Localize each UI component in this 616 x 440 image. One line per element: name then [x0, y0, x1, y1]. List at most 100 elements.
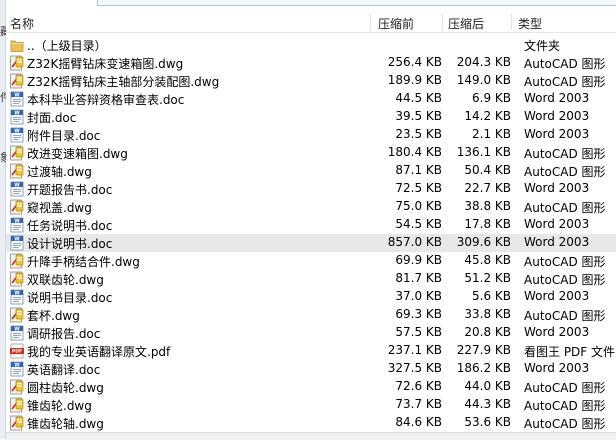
- file-name: 调研报告.doc: [27, 327, 101, 341]
- file-type: AutoCAD 图形: [524, 399, 606, 413]
- file-row[interactable]: PDF 我的专业英语翻译原文.pdf 237.1 KB 227.9 KB 看图王 PDF…: [6, 342, 616, 360]
- svg-text:W: W: [14, 290, 20, 296]
- file-name: 设计说明书.doc: [27, 237, 113, 251]
- file-packed-size: 149.0 KB: [456, 73, 511, 87]
- file-row[interactable]: W 英语翻译.doc 327.5 KB 186.2 KB Word 2003: [6, 360, 616, 378]
- file-row[interactable]: W 调研报告.doc 57.5 KB 20.8 KB Word 2003: [6, 324, 616, 342]
- file-original-size: 44.5 KB: [395, 91, 442, 105]
- file-type: 文件夹: [524, 39, 561, 53]
- file-packed-size: 17.8 KB: [464, 217, 511, 231]
- file-row[interactable]: 改进变速箱图.dwg 180.4 KB 136.1 KB AutoCAD 图形: [6, 144, 616, 162]
- file-name: 改进变速箱图.dwg: [27, 147, 128, 161]
- file-type: Word 2003: [524, 361, 590, 375]
- file-type: AutoCAD 图形: [524, 147, 606, 161]
- file-name: 双联齿轮.dwg: [27, 273, 104, 287]
- file-row[interactable]: 过渡轴.dwg 87.1 KB 50.4 KB AutoCAD 图形: [6, 162, 616, 180]
- column-type-header[interactable]: 类型: [518, 15, 542, 32]
- file-type: AutoCAD 图形: [524, 165, 606, 179]
- file-original-size: 39.5 KB: [395, 109, 442, 123]
- file-row[interactable]: W 本科毕业答辩资格审查表.doc 44.5 KB 6.9 KB Word 2003: [6, 90, 616, 108]
- file-row[interactable]: W 封面.doc 39.5 KB 14.2 KB Word 2003: [6, 108, 616, 126]
- word-file-icon: W: [10, 127, 24, 143]
- file-name: 附件目录.doc: [27, 129, 101, 143]
- column-compressed-header[interactable]: 压缩前: [378, 15, 414, 32]
- address-bar-edge: [97, 0, 616, 6]
- file-name: Z32K摇臂钻床变速箱图.dwg: [27, 57, 184, 71]
- dwg-file-icon: [10, 379, 24, 395]
- file-original-size: 327.5 KB: [387, 361, 442, 375]
- file-row[interactable]: Z32K摇臂钻床变速箱图.dwg 256.4 KB 204.3 KB AutoCAD …: [6, 54, 616, 72]
- file-packed-size: 2.1 KB: [472, 127, 511, 141]
- file-original-size: 69.9 KB: [395, 253, 442, 267]
- svg-text:W: W: [14, 182, 20, 188]
- word-file-icon: W: [10, 289, 24, 305]
- dwg-file-icon: [10, 307, 24, 323]
- svg-text:W: W: [14, 326, 20, 332]
- file-name: ..（上级目录）: [27, 39, 107, 53]
- file-row[interactable]: 窥视盖.dwg 75.0 KB 38.8 KB AutoCAD 图形: [6, 198, 616, 216]
- dwg-file-icon: [10, 55, 24, 71]
- file-type: Word 2003: [524, 325, 590, 339]
- file-packed-size: 50.4 KB: [464, 163, 511, 177]
- file-row[interactable]: Z32K摇臂钻床主轴部分装配图.dwg 189.9 KB 149.0 KB AutoC…: [6, 72, 616, 90]
- dwg-file-icon: [10, 73, 24, 89]
- file-row[interactable]: W 设计说明书.doc 857.0 KB 309.6 KB Word 2003: [6, 234, 616, 252]
- file-packed-size: 20.8 KB: [464, 325, 511, 339]
- file-type: AutoCAD 图形: [524, 417, 606, 431]
- file-type: AutoCAD 图形: [524, 381, 606, 395]
- svg-text:W: W: [14, 362, 20, 368]
- file-packed-size: 51.2 KB: [464, 271, 511, 285]
- dwg-file-icon: [10, 163, 24, 179]
- column-header: 名称 压缩前 压缩后 类型: [6, 12, 616, 33]
- file-original-size: 72.6 KB: [395, 379, 442, 393]
- file-row[interactable]: W 说明书目录.doc 37.0 KB 5.6 KB Word 2003: [6, 288, 616, 306]
- file-packed-size: 6.9 KB: [472, 91, 511, 105]
- file-type: Word 2003: [524, 235, 590, 249]
- column-divider: [442, 14, 443, 30]
- file-row[interactable]: W 附件目录.doc 23.5 KB 2.1 KB Word 2003: [6, 126, 616, 144]
- file-original-size: 857.0 KB: [387, 235, 442, 249]
- file-packed-size: 204.3 KB: [456, 55, 511, 69]
- file-packed-size: 53.6 KB: [464, 415, 511, 429]
- svg-text:W: W: [14, 110, 20, 116]
- column-name-header[interactable]: 名称: [10, 15, 34, 32]
- svg-text:W: W: [14, 218, 20, 224]
- file-packed-size: 22.7 KB: [464, 181, 511, 195]
- file-original-size: 57.5 KB: [395, 325, 442, 339]
- file-original-size: 81.7 KB: [395, 271, 442, 285]
- file-name: 封面.doc: [27, 111, 77, 125]
- file-packed-size: 136.1 KB: [456, 145, 511, 159]
- column-packed-header[interactable]: 压缩后: [448, 15, 484, 32]
- svg-text:W: W: [14, 92, 20, 98]
- file-row[interactable]: 升降手柄结合件.dwg 69.9 KB 45.8 KB AutoCAD 图形: [6, 252, 616, 270]
- file-row[interactable]: W 开题报告书.doc 72.5 KB 22.7 KB Word 2003: [6, 180, 616, 198]
- file-packed-size: 38.8 KB: [464, 199, 511, 213]
- file-packed-size: 5.6 KB: [472, 289, 511, 303]
- file-row[interactable]: 圆柱齿轮.dwg 72.6 KB 44.0 KB AutoCAD 图形: [6, 378, 616, 396]
- file-row[interactable]: 双联齿轮.dwg 81.7 KB 51.2 KB AutoCAD 图形: [6, 270, 616, 288]
- file-type: Word 2003: [524, 217, 590, 231]
- file-packed-size: 45.8 KB: [464, 253, 511, 267]
- file-name: 任务说明书.doc: [27, 219, 113, 233]
- file-row[interactable]: 锥齿轮.dwg 73.7 KB 44.3 KB AutoCAD 图形: [6, 396, 616, 414]
- folder-up-icon: [10, 37, 24, 53]
- file-original-size: 69.3 KB: [395, 307, 442, 321]
- file-row[interactable]: W 任务说明书.doc 54.5 KB 17.8 KB Word 2003: [6, 216, 616, 234]
- dwg-file-icon: [10, 397, 24, 413]
- file-type: Word 2003: [524, 181, 590, 195]
- file-type: AutoCAD 图形: [524, 201, 606, 215]
- svg-text:PDF: PDF: [12, 349, 22, 355]
- file-type: 看图王 PDF 文件: [524, 345, 616, 359]
- file-packed-size: 14.2 KB: [464, 109, 511, 123]
- file-row[interactable]: ..（上级目录） 文件夹: [6, 36, 616, 54]
- file-row[interactable]: 套杯.dwg 69.3 KB 33.8 KB AutoCAD 图形: [6, 306, 616, 324]
- word-file-icon: W: [10, 235, 24, 251]
- file-type: Word 2003: [524, 127, 590, 141]
- file-row[interactable]: 锥齿轮轴.dwg 84.6 KB 53.6 KB AutoCAD 图形: [6, 414, 616, 432]
- file-packed-size: 33.8 KB: [464, 307, 511, 321]
- word-file-icon: W: [10, 325, 24, 341]
- file-type: AutoCAD 图形: [524, 57, 606, 71]
- file-name: 说明书目录.doc: [27, 291, 113, 305]
- file-name: 过渡轴.dwg: [27, 165, 92, 179]
- file-name: 窥视盖.dwg: [27, 201, 92, 215]
